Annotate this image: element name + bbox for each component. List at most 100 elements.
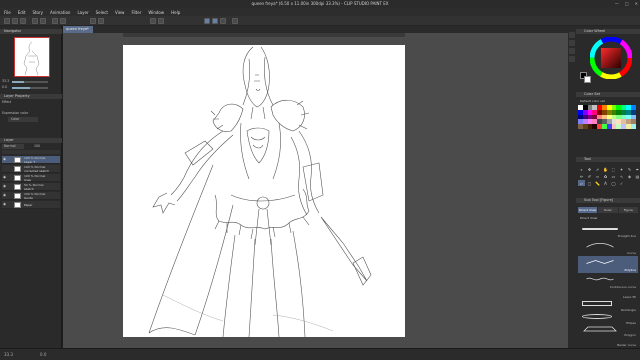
pencil-icon[interactable]: ✏ — [578, 173, 585, 179]
decoration-icon[interactable]: ✿ — [602, 173, 609, 179]
close-button[interactable]: ✕ — [635, 1, 638, 6]
brush-icon[interactable]: ✐ — [586, 173, 593, 179]
subtool-label: Straight line — [617, 234, 636, 238]
menu-file[interactable]: File — [4, 10, 11, 15]
blend-mode-select[interactable]: Normal — [2, 144, 24, 149]
tab-ruler[interactable]: Ruler — [598, 207, 618, 213]
layer-row-guide[interactable]: ◉ 100 % Normal Guide — [2, 192, 60, 200]
eye-icon[interactable]: ◉ — [3, 193, 7, 197]
minimize-button[interactable]: — — [615, 1, 619, 6]
subtool-polyline[interactable]: Polyline — [578, 256, 638, 273]
subtool-rectangle[interactable]: Rectangle — [578, 300, 638, 313]
new-file-icon[interactable] — [4, 18, 10, 24]
eye-icon[interactable]: ◉ — [3, 175, 7, 179]
sub-color-swatch[interactable] — [584, 76, 591, 83]
snap-special-ruler-icon[interactable] — [204, 18, 210, 24]
layer-row-sketch[interactable]: ◉ 50 % Normal sketch — [2, 183, 60, 191]
menu-animation[interactable]: Animation — [50, 10, 70, 15]
color-set-swatches[interactable] — [578, 105, 636, 129]
snap-grid-active-icon[interactable] — [212, 18, 218, 24]
pen-icon[interactable]: ✒ — [634, 166, 640, 172]
color-swatch[interactable] — [630, 124, 636, 129]
menu-help[interactable]: Help — [171, 10, 180, 15]
move-layer-icon[interactable]: ✋ — [602, 166, 609, 172]
zoom-slider[interactable] — [12, 81, 48, 83]
auto-select-icon[interactable]: ✦ — [618, 166, 625, 172]
maximize-button[interactable]: □ — [625, 1, 629, 6]
invert-selection-icon[interactable] — [98, 18, 104, 24]
title-bar: queen freya* (6.50 x 11.00in 300dpi 33.3… — [0, 0, 640, 8]
layer-row-corrected-sketch[interactable]: 100 % Normal corrected sketch — [2, 165, 60, 173]
subtool-curve[interactable]: Curve — [578, 239, 638, 256]
navigator-preview[interactable] — [14, 37, 50, 77]
panel-icon[interactable] — [569, 32, 575, 38]
status-zoom[interactable]: 33.3 — [4, 352, 13, 357]
subtool-label: Lasso fill — [623, 295, 636, 299]
canvas-tab[interactable]: queen freya* — [63, 26, 93, 33]
subtool-polygon[interactable]: Polygon — [578, 326, 638, 338]
clear-icon[interactable] — [52, 18, 58, 24]
expression-color-select[interactable]: Color — [8, 117, 38, 122]
undo-icon[interactable] — [32, 18, 38, 24]
color-set-title: Color Set — [576, 92, 640, 97]
figure-sketch — [148, 46, 372, 337]
zoom-icon[interactable]: ⌕ — [578, 166, 585, 172]
layer-row-lines[interactable]: ◉ 100 % Normal lines — [2, 174, 60, 182]
gradient-icon[interactable]: ▤ — [634, 173, 640, 179]
snap-icon[interactable] — [220, 18, 226, 24]
eye-icon[interactable]: ◉ — [3, 157, 7, 161]
operation-icon[interactable]: ➚ — [594, 166, 601, 172]
transform-icon[interactable] — [60, 18, 66, 24]
correct-line-icon[interactable]: ✓ — [618, 180, 625, 186]
subtool-bezier-curve[interactable]: Bezier curve — [578, 338, 638, 348]
drawing-canvas[interactable] — [123, 45, 405, 337]
airbrush-icon[interactable]: ≈ — [594, 173, 601, 179]
eyedropper-icon[interactable]: ✎ — [626, 166, 633, 172]
snap-grid-icon[interactable] — [158, 18, 164, 24]
color-wheel[interactable] — [590, 37, 632, 79]
subtool-continuous-curve[interactable]: Continuous curve — [578, 273, 638, 290]
tab-direct-draw[interactable]: Direct draw — [578, 207, 598, 213]
angle-slider[interactable] — [12, 87, 48, 89]
figure-icon[interactable]: ▱ — [578, 180, 585, 186]
menu-story[interactable]: Story — [32, 10, 43, 15]
command-bar — [0, 16, 640, 26]
menu-edit[interactable]: Edit — [18, 10, 26, 15]
tab-figure[interactable]: Figure — [618, 207, 638, 213]
frame-border-icon[interactable]: ▢ — [586, 180, 593, 186]
ruler-icon[interactable]: 📏 — [594, 180, 601, 186]
menu-window[interactable]: Window — [148, 10, 164, 15]
subtool-lasso-fill[interactable]: Lasso fill — [578, 290, 638, 300]
move-icon[interactable]: ✥ — [586, 166, 593, 172]
settings-icon[interactable] — [232, 18, 238, 24]
save-icon[interactable] — [20, 18, 26, 24]
status-angle[interactable]: 0.0 — [40, 352, 46, 357]
text-icon[interactable]: A — [602, 180, 609, 186]
menu-layer[interactable]: Layer — [77, 10, 88, 15]
subtool-ellipse[interactable]: Ellipse — [578, 313, 638, 326]
open-icon[interactable] — [12, 18, 18, 24]
subtool-straight-line[interactable]: Straight line — [578, 222, 638, 239]
layer-row-layer-7[interactable]: ◉ 100 % Normal Layer 7 — [2, 156, 60, 164]
panel-icon[interactable] — [569, 40, 575, 46]
menu-filter[interactable]: Filter — [131, 10, 141, 15]
color-set-name[interactable]: Default color set — [580, 99, 605, 103]
fill-icon[interactable]: ◈ — [626, 173, 633, 179]
panel-icon[interactable] — [569, 56, 575, 62]
selection-icon[interactable]: ⬚ — [610, 166, 617, 172]
layer-row-paper[interactable]: ◉ Paper — [2, 201, 60, 209]
opacity-value[interactable]: 100 — [34, 144, 58, 149]
balloon-icon[interactable]: ◯ — [610, 180, 617, 186]
layer-thumbnail — [14, 193, 21, 199]
panel-icon[interactable] — [569, 48, 575, 54]
blend-icon[interactable]: ∿ — [618, 173, 625, 179]
redo-icon[interactable] — [40, 18, 46, 24]
layer-thumbnail — [14, 202, 21, 208]
menu-view[interactable]: View — [115, 10, 125, 15]
snap-ruler-icon[interactable] — [150, 18, 156, 24]
eye-icon[interactable]: ◉ — [3, 202, 7, 206]
eye-icon[interactable]: ◉ — [3, 184, 7, 188]
menu-select[interactable]: Select — [96, 10, 108, 15]
eraser-icon[interactable]: ▭ — [610, 173, 617, 179]
deselect-icon[interactable] — [90, 18, 96, 24]
